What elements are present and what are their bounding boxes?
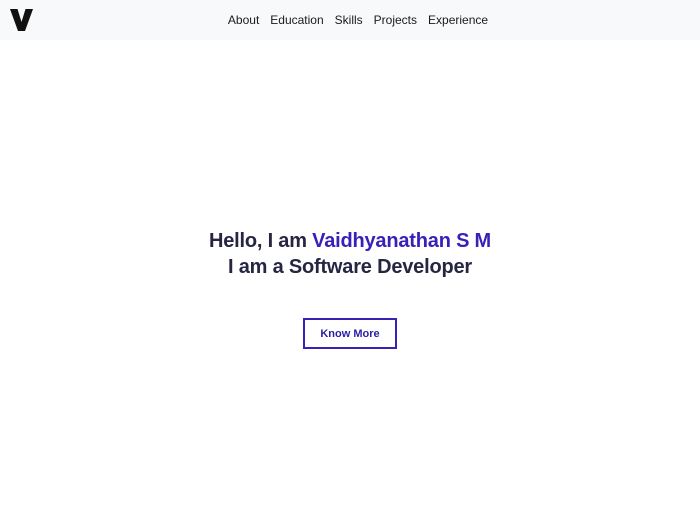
- nav-link-about[interactable]: About: [228, 13, 259, 27]
- nav-link-skills[interactable]: Skills: [335, 13, 363, 27]
- nav-link-projects[interactable]: Projects: [374, 13, 417, 27]
- nav-item-education: Education: [270, 11, 323, 29]
- nav-item-experience: Experience: [428, 11, 488, 29]
- hero-role-heading: I am a Software Developer: [228, 256, 472, 278]
- top-navbar: About Education Skills Projects Experien…: [0, 0, 700, 40]
- hero-name: Vaidhyanathan S M: [312, 230, 492, 252]
- nav-link-experience[interactable]: Experience: [428, 13, 488, 27]
- nav-item-skills: Skills: [335, 11, 363, 29]
- nav-item-about: About: [228, 11, 259, 29]
- nav-item-projects: Projects: [374, 11, 417, 29]
- nav-link-education[interactable]: Education: [270, 13, 323, 27]
- know-more-button[interactable]: Know More: [303, 318, 397, 349]
- hero-greeting-heading: Hello, I am Vaidhyanathan S M: [0, 230, 700, 253]
- hero-section: Hello, I am Vaidhyanathan S M I am a Sof…: [0, 40, 700, 525]
- hero-greeting-text: Hello, I am: [208, 230, 313, 252]
- nav-menu: About Education Skills Projects Experien…: [0, 0, 700, 40]
